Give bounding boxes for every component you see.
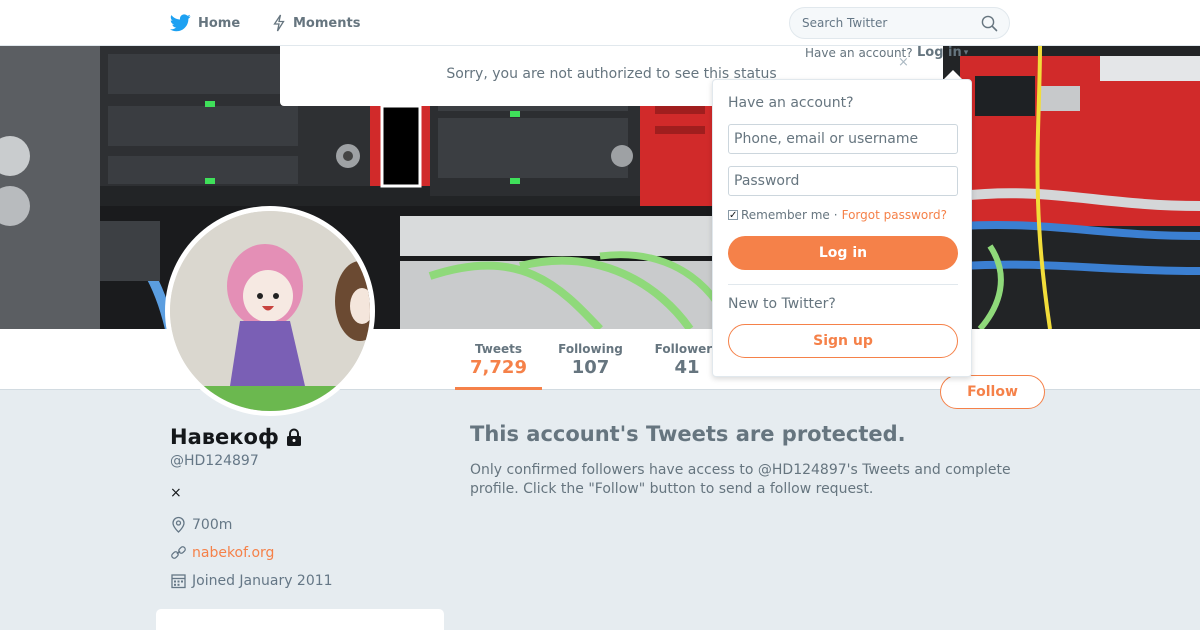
remember-me-checkbox[interactable]: ✓	[728, 210, 738, 221]
profile-url: nabekof.org	[170, 544, 274, 561]
search-icon[interactable]	[981, 15, 998, 32]
stat-following[interactable]: Following 107	[547, 329, 634, 390]
login-toggle-label: Log in	[917, 45, 962, 60]
location-pin-icon	[172, 516, 185, 533]
profile-name-text: Навекоф	[170, 425, 279, 449]
password-field[interactable]	[728, 166, 958, 196]
calendar-icon	[171, 574, 186, 589]
have-account-prompt: Have an account?	[805, 46, 913, 60]
nav-home-label: Home	[198, 15, 241, 31]
stat-tweets[interactable]: Tweets 7,729	[455, 329, 542, 390]
profile-bio: ×	[170, 485, 182, 501]
profile-url-link[interactable]: nabekof.org	[192, 545, 274, 561]
remember-me-label[interactable]: Remember me	[741, 208, 830, 222]
follow-button[interactable]: Follow	[940, 375, 1045, 409]
stat-label: Following	[558, 342, 623, 356]
signup-button[interactable]: Sign up	[728, 324, 958, 358]
joined-text: Joined January 2011	[192, 572, 333, 589]
protected-description: Only confirmed followers have access to …	[470, 462, 1011, 497]
stat-label: Tweets	[474, 342, 523, 356]
new-to-twitter-label: New to Twitter?	[728, 296, 836, 312]
protected-title: This account's Tweets are protected.	[470, 422, 906, 446]
link-icon	[171, 546, 186, 559]
profile-location: 700m	[170, 516, 232, 533]
search-box	[789, 7, 1010, 39]
screen-name: @HD124897	[170, 453, 259, 469]
remember-row: ✓ Remember me · Forgot password?	[728, 208, 947, 222]
separator: ·	[833, 208, 838, 222]
top-navigation-bar: Home Moments	[0, 0, 1200, 46]
lock-icon	[286, 428, 301, 446]
stat-value: 107	[571, 357, 610, 378]
login-button[interactable]: Log in	[728, 236, 958, 270]
sidebar-card	[156, 609, 444, 630]
username-field[interactable]	[728, 124, 958, 154]
dropdown-heading: Have an account?	[728, 95, 854, 111]
nav-home[interactable]: Home	[170, 0, 240, 46]
location-text: 700m	[192, 516, 233, 533]
profile-name: Навекоф	[170, 425, 303, 449]
nav-moments-label: Moments	[293, 15, 361, 31]
twitter-bird-icon	[170, 14, 191, 32]
divider	[728, 284, 958, 285]
stat-value: 7,729	[470, 357, 527, 378]
profile-joined-date: Joined January 2011	[170, 572, 333, 589]
login-dropdown-toggle[interactable]: Log in ▾	[917, 45, 968, 60]
forgot-password-link[interactable]: Forgot password?	[842, 208, 947, 222]
login-dropdown: Have an account? ✓ Remember me · Forgot …	[712, 79, 972, 377]
lightning-icon	[273, 14, 285, 32]
nav-moments[interactable]: Moments	[272, 0, 360, 46]
caret-down-icon: ▾	[963, 48, 969, 58]
search-input[interactable]	[790, 8, 960, 38]
avatar[interactable]	[165, 206, 375, 416]
